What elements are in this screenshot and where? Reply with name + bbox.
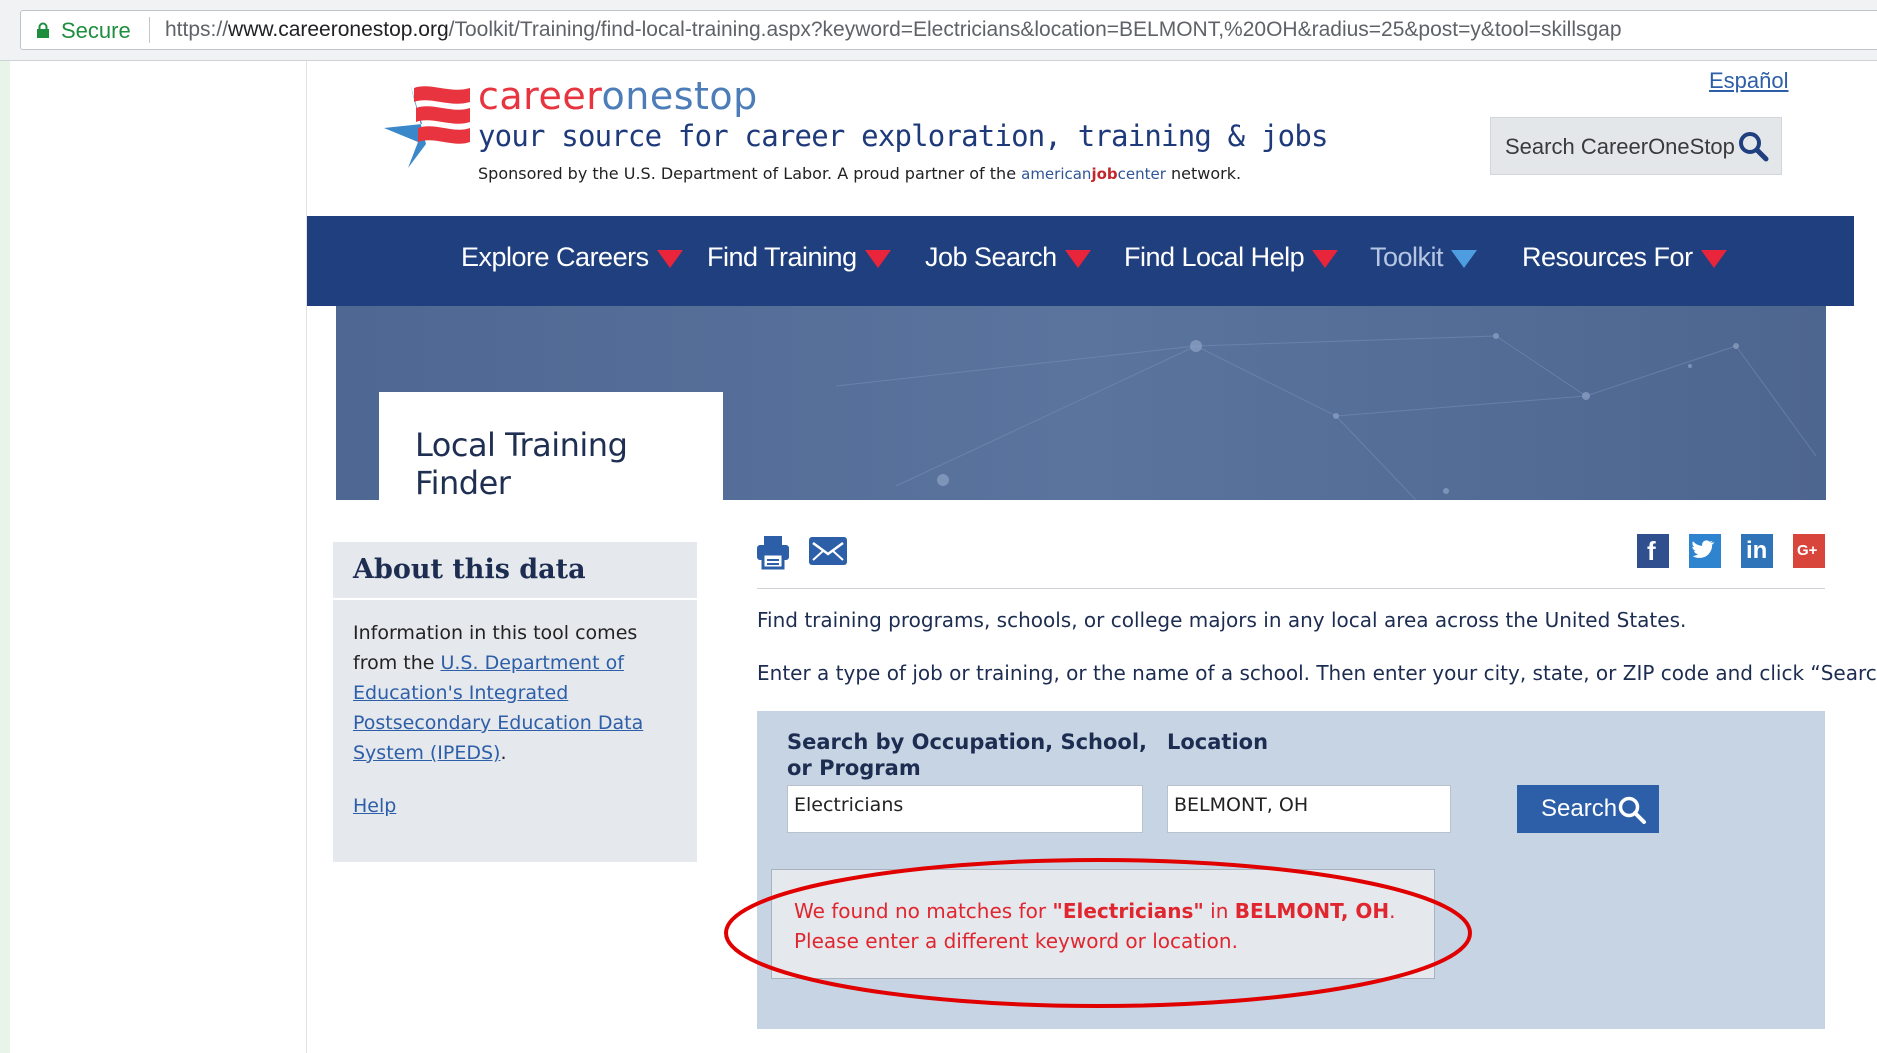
sponsor-prefix: Sponsored by the U.S. Department of Labo… <box>478 164 1022 183</box>
keyword-label-line-1: Search by Occupation, School, <box>787 730 1147 754</box>
nav-label: Toolkit <box>1370 242 1444 272</box>
left-gutter <box>0 61 10 1053</box>
about-data-title: About this data <box>353 554 586 585</box>
brand-tagline: your source for career exploration, trai… <box>478 119 1328 153</box>
site-search-button[interactable]: Search CareerOneStop <box>1490 117 1782 175</box>
annotation-ellipse <box>724 858 1472 1008</box>
url-host: www.careeronestop.org <box>228 18 449 41</box>
nav-find-local-help[interactable]: Find Local Help <box>1124 242 1339 273</box>
ajc-part-1: american <box>1021 165 1092 183</box>
chevron-down-icon <box>1064 249 1091 268</box>
keyword-label: Search by Occupation, School, or Program <box>787 729 1147 781</box>
facebook-icon[interactable]: f <box>1637 534 1669 568</box>
chevron-down-icon <box>1451 249 1478 268</box>
brand-part-1: career <box>478 74 602 118</box>
page-title: Local Training Finder <box>415 426 628 502</box>
nav-label: Find Training <box>707 242 857 272</box>
nav-label: Find Local Help <box>1124 242 1305 272</box>
nav-job-search[interactable]: Job Search <box>925 242 1091 273</box>
email-icon[interactable] <box>809 537 847 565</box>
search-icon <box>1739 132 1769 162</box>
linkedin-icon[interactable]: in <box>1741 534 1773 568</box>
twitter-icon[interactable] <box>1689 534 1721 568</box>
twitter-bird-icon <box>1692 540 1715 558</box>
search-button[interactable]: Search <box>1517 785 1659 833</box>
url-field[interactable]: Secure https://www.careeronestop.org/Too… <box>20 10 1877 50</box>
browser-address-bar: Secure https://www.careeronestop.org/Too… <box>0 0 1877 61</box>
search-button-label: Search <box>1541 795 1618 822</box>
intro-text-1: Find training programs, schools, or coll… <box>757 608 1687 632</box>
sponsor-line: Sponsored by the U.S. Department of Labo… <box>478 164 1241 183</box>
help-link[interactable]: Help <box>353 795 396 817</box>
location-input[interactable]: BELMONT, OH <box>1167 785 1451 833</box>
nav-explore-careers[interactable]: Explore Careers <box>461 242 683 273</box>
facebook-glyph: f <box>1647 536 1656 566</box>
chevron-down-icon <box>656 249 683 268</box>
brand-name[interactable]: careeronestop <box>478 74 758 118</box>
secure-label: Secure <box>61 18 131 43</box>
main-nav: Explore Careers Find Training Job Search… <box>307 216 1854 306</box>
nav-find-training[interactable]: Find Training <box>707 242 891 273</box>
american-job-center-logo[interactable]: americanjobcenter <box>1021 165 1166 183</box>
page-title-card: Local Training Finder <box>379 392 723 502</box>
nav-label: Job Search <box>925 242 1057 272</box>
ajc-part-3: center <box>1117 165 1166 183</box>
nav-label: Resources For <box>1522 242 1693 272</box>
nav-resources-for[interactable]: Resources For <box>1522 242 1727 273</box>
about-text-suffix: . <box>500 742 507 764</box>
url-scheme: https:// <box>165 18 229 41</box>
location-label: Location <box>1167 730 1269 754</box>
brand-part-2: onestop <box>601 74 758 118</box>
print-icon[interactable] <box>756 534 790 570</box>
keyword-label-line-2: or Program <box>787 756 921 780</box>
about-data-header: About this data <box>333 542 697 600</box>
espanol-link[interactable]: Español <box>1709 68 1789 94</box>
google-plus-glyph: G+ <box>1797 542 1818 559</box>
about-data-text: Information in this tool comes from the … <box>353 618 683 768</box>
chevron-down-icon <box>1700 249 1727 268</box>
intro-text-2: Enter a type of job or training, or the … <box>757 661 1877 685</box>
address-separator <box>149 17 150 43</box>
search-icon <box>1618 796 1646 824</box>
ajc-part-2: job <box>1091 165 1118 183</box>
chevron-down-icon <box>864 249 891 268</box>
sponsor-suffix: network. <box>1165 164 1242 183</box>
nav-label: Explore Careers <box>461 242 649 272</box>
divider <box>757 588 1825 589</box>
keyword-input[interactable]: Electricians <box>787 785 1143 833</box>
url-path: /Toolkit/Training/find-local-training.as… <box>448 18 1622 41</box>
chevron-down-icon <box>1312 249 1339 268</box>
url-text[interactable]: https://www.careeronestop.org/Toolkit/Tr… <box>165 18 1622 42</box>
linkedin-glyph: in <box>1746 537 1768 564</box>
google-plus-icon[interactable]: G+ <box>1793 534 1825 568</box>
nav-toolkit[interactable]: Toolkit <box>1370 242 1478 273</box>
careeronestop-logo-icon <box>384 84 470 168</box>
site-search-label: Search CareerOneStop <box>1505 134 1735 159</box>
lock-icon <box>37 22 49 38</box>
